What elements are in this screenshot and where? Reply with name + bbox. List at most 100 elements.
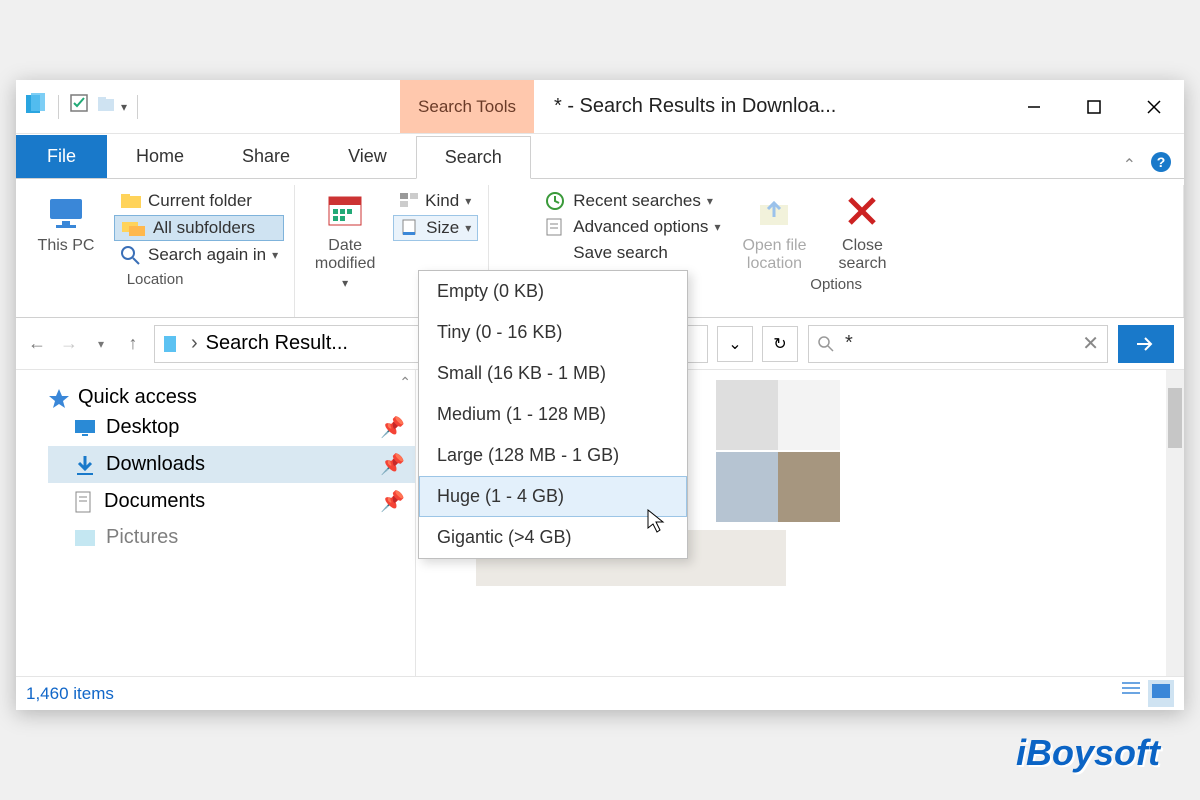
- scroll-up-icon[interactable]: ⌃: [399, 374, 411, 391]
- kind-button[interactable]: Kind: [393, 189, 478, 213]
- picture-icon: [74, 529, 96, 547]
- size-option-small[interactable]: Small (16 KB - 1 MB): [419, 353, 687, 394]
- group-location: This PC Current folder All subfolders Se…: [16, 185, 295, 317]
- this-pc-label: This PC: [38, 237, 95, 255]
- current-folder-button[interactable]: Current folder: [114, 189, 284, 213]
- folder-icon: [120, 192, 142, 210]
- details-view-button[interactable]: [1120, 680, 1142, 707]
- new-folder-icon[interactable]: [95, 93, 117, 120]
- save-search-label: Save search: [573, 243, 668, 263]
- recent-searches-button[interactable]: Recent searches: [539, 189, 726, 213]
- collapse-ribbon-icon[interactable]: ⌃: [1123, 155, 1136, 175]
- document-icon: [74, 491, 94, 513]
- advanced-options-label: Advanced options: [573, 217, 708, 237]
- size-option-tiny[interactable]: Tiny (0 - 16 KB): [419, 312, 687, 353]
- window-title: * - Search Results in Downloa...: [534, 80, 1004, 133]
- watermark: iBoysoft: [1016, 732, 1160, 774]
- quick-access-label: Quick access: [78, 386, 197, 409]
- open-file-location-button[interactable]: Open file location: [734, 189, 814, 272]
- calendar-icon: [323, 189, 367, 233]
- tab-home[interactable]: Home: [107, 135, 213, 178]
- tab-search[interactable]: Search: [416, 136, 531, 179]
- group-location-label: Location: [127, 271, 184, 288]
- address-dropdown-button[interactable]: ⌄: [717, 326, 753, 362]
- size-label: Size: [426, 218, 459, 238]
- separator: [58, 95, 59, 119]
- size-button[interactable]: Size: [393, 215, 478, 241]
- search-again-label: Search again in: [148, 245, 266, 265]
- folder-arrow-icon: [752, 189, 796, 233]
- file-thumbnail[interactable]: [778, 380, 840, 450]
- star-icon: [48, 387, 70, 409]
- minimize-button[interactable]: [1004, 80, 1064, 133]
- close-icon: [840, 189, 884, 233]
- back-button[interactable]: ←: [26, 333, 48, 355]
- tab-view[interactable]: View: [319, 135, 416, 178]
- nav-downloads-label: Downloads: [106, 453, 205, 476]
- maximize-button[interactable]: [1064, 80, 1124, 133]
- search-box[interactable]: * ✕: [808, 325, 1108, 363]
- kind-icon: [399, 192, 419, 210]
- nav-pictures[interactable]: Pictures: [48, 520, 415, 555]
- nav-pictures-label: Pictures: [106, 526, 178, 549]
- size-option-empty[interactable]: Empty (0 KB): [419, 271, 687, 312]
- search-icon: [817, 335, 835, 353]
- breadcrumb-text: Search Result...: [206, 332, 348, 355]
- titlebar: ▾ Search Tools * - Search Results in Dow…: [16, 80, 1184, 134]
- pin-icon: 📌: [380, 489, 405, 514]
- thumbnails-view-button[interactable]: [1148, 680, 1174, 707]
- this-pc-button[interactable]: This PC: [26, 189, 106, 255]
- tab-share[interactable]: Share: [213, 135, 319, 178]
- mouse-cursor-icon: [647, 509, 667, 535]
- quick-access-toolbar: ▾: [16, 80, 150, 133]
- tab-file[interactable]: File: [16, 135, 107, 178]
- desktop-icon: [74, 419, 96, 437]
- forward-button[interactable]: →: [58, 333, 80, 355]
- close-search-label: Close search: [828, 237, 896, 272]
- file-thumbnail[interactable]: [778, 452, 840, 522]
- vertical-scrollbar[interactable]: [1166, 370, 1184, 676]
- properties-icon[interactable]: [69, 93, 91, 120]
- open-file-location-label: Open file location: [740, 237, 808, 272]
- nav-documents[interactable]: Documents 📌: [48, 483, 415, 520]
- close-button[interactable]: [1124, 80, 1184, 133]
- refresh-button[interactable]: ↻: [762, 326, 798, 362]
- size-icon: [400, 219, 420, 237]
- recent-locations-button[interactable]: ▾: [90, 333, 112, 355]
- item-count: 1,460 items: [26, 684, 114, 704]
- pin-icon: 📌: [380, 415, 405, 440]
- close-search-button[interactable]: Close search: [822, 189, 902, 272]
- save-search-button[interactable]: Save search: [539, 241, 726, 265]
- size-option-large[interactable]: Large (128 MB - 1 GB): [419, 435, 687, 476]
- nav-desktop-label: Desktop: [106, 416, 179, 439]
- nav-downloads[interactable]: Downloads 📌: [48, 446, 415, 483]
- separator: [137, 95, 138, 119]
- nav-desktop[interactable]: Desktop 📌: [48, 409, 415, 446]
- qat-customize-icon[interactable]: ▾: [121, 100, 127, 114]
- quick-access-header[interactable]: Quick access: [48, 386, 415, 409]
- ribbon-tabs: File Home Share View Search ⌃ ?: [16, 134, 1184, 178]
- group-options-label: Options: [810, 276, 862, 293]
- search-icon: [120, 245, 142, 265]
- help-icon[interactable]: ?: [1150, 151, 1172, 178]
- clear-search-icon[interactable]: ✕: [1082, 331, 1099, 356]
- scrollbar-thumb[interactable]: [1168, 388, 1182, 448]
- search-result-icon: [161, 333, 183, 355]
- current-folder-label: Current folder: [148, 191, 252, 211]
- app-icon: [22, 91, 48, 122]
- date-modified-button[interactable]: Date modified: [305, 189, 385, 290]
- up-button[interactable]: ↑: [122, 333, 144, 355]
- advanced-options-button[interactable]: Advanced options: [539, 215, 726, 239]
- recent-icon: [545, 191, 567, 211]
- date-modified-label: Date modified: [311, 237, 379, 272]
- pin-icon: 📌: [380, 452, 405, 477]
- all-subfolders-button[interactable]: All subfolders: [114, 215, 284, 241]
- size-option-medium[interactable]: Medium (1 - 128 MB): [419, 394, 687, 435]
- nav-documents-label: Documents: [104, 490, 205, 513]
- file-thumbnail[interactable]: [716, 452, 778, 522]
- search-go-button[interactable]: [1118, 325, 1174, 363]
- file-thumbnail[interactable]: [716, 380, 778, 450]
- search-again-button[interactable]: Search again in: [114, 243, 284, 267]
- kind-label: Kind: [425, 191, 459, 211]
- status-bar: 1,460 items: [16, 676, 1184, 710]
